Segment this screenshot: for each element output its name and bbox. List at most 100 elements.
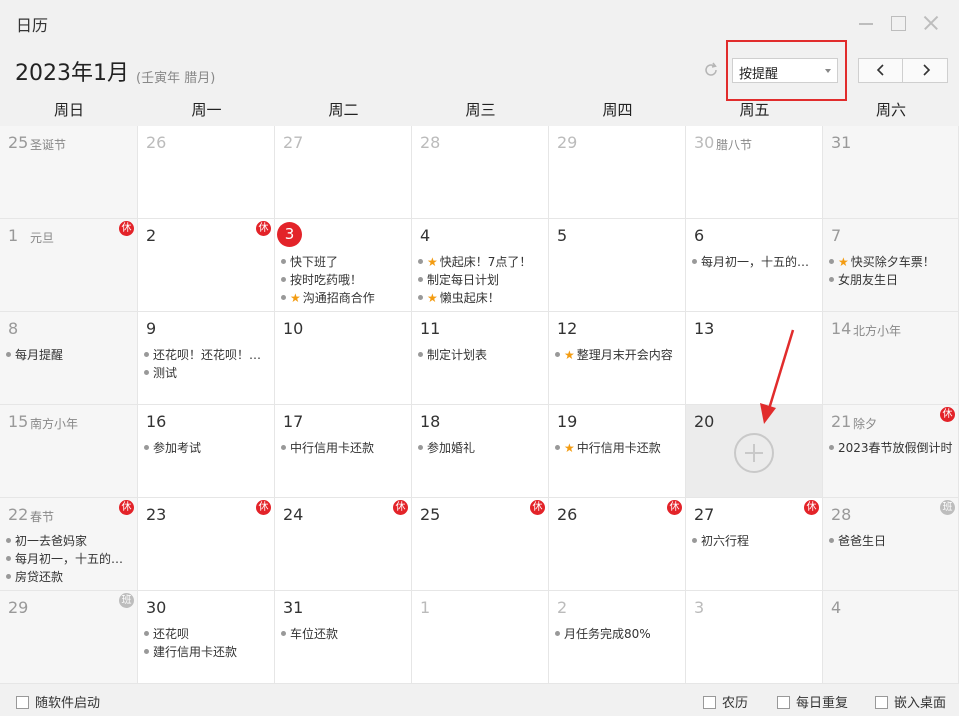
day-cell[interactable]: 24 休	[275, 498, 412, 591]
close-icon[interactable]	[920, 12, 942, 34]
day-cell[interactable]: 31 车位还款	[275, 591, 412, 684]
lunar-checkbox[interactable]: 农历	[703, 692, 748, 711]
event-item[interactable]: ★ 整理月末开会内容	[555, 346, 681, 364]
event-item[interactable]: 初六行程	[692, 532, 818, 550]
event-item[interactable]: 还花呗	[144, 625, 270, 643]
event-text: 懒虫起床！	[439, 291, 500, 305]
day-cell[interactable]: 20	[686, 405, 823, 498]
event-text: 参加婚礼	[427, 441, 476, 455]
event-item[interactable]: 测试	[144, 364, 270, 382]
event-list: 制定计划表	[418, 346, 544, 364]
prev-month-button[interactable]	[859, 59, 903, 82]
day-cell[interactable]: 27	[275, 126, 412, 219]
day-cell[interactable]: 25 圣诞节	[0, 126, 138, 219]
day-cell[interactable]: 2 月任务完成80%	[549, 591, 686, 684]
event-item[interactable]: 制定计划表	[418, 346, 544, 364]
event-item[interactable]: ★ 中行信用卡还款	[555, 439, 681, 457]
event-item[interactable]: ★ 懒虫起床！	[418, 289, 544, 307]
day-number: 2	[146, 226, 157, 245]
day-cell[interactable]: 18 参加婚礼	[412, 405, 549, 498]
day-cell[interactable]: 11 制定计划表	[412, 312, 549, 405]
day-cell[interactable]: 2休	[138, 219, 275, 312]
day-cell[interactable]: 21 除夕 休 2023春节放假倒计时	[823, 405, 959, 498]
event-item[interactable]: 初一去爸妈家	[6, 532, 133, 550]
weekday-label: 周六	[875, 101, 906, 119]
event-item[interactable]: 参加婚礼	[418, 439, 544, 457]
day-number: 28	[831, 505, 852, 524]
day-number: 4	[831, 598, 842, 617]
event-item[interactable]: 月任务完成80%	[555, 625, 681, 643]
day-cell[interactable]: 8 每月提醒	[0, 312, 138, 405]
bullet-icon	[6, 574, 11, 579]
day-cell[interactable]: 30 还花呗 建行信用卡还款	[138, 591, 275, 684]
event-item[interactable]: 建行信用卡还款	[144, 643, 270, 661]
day-cell[interactable]: 9 还花呗！还花呗！… 测试	[138, 312, 275, 405]
day-cell[interactable]: 26 休	[549, 498, 686, 591]
day-cell[interactable]: 16 参加考试	[138, 405, 275, 498]
day-cell[interactable]: 12 ★ 整理月末开会内容	[549, 312, 686, 405]
daily-repeat-checkbox[interactable]: 每日重复	[777, 692, 848, 711]
event-item[interactable]: 中行信用卡还款	[281, 439, 407, 457]
event-item[interactable]: ★ 沟通招商合作	[281, 289, 407, 307]
event-list: 还花呗！还花呗！… 测试	[144, 346, 270, 382]
event-list: 参加婚礼	[418, 439, 544, 457]
day-number: 19	[557, 412, 578, 431]
day-cell[interactable]: 30 腊八节	[686, 126, 823, 219]
day-cell[interactable]: 5	[549, 219, 686, 312]
day-cell[interactable]: 15 南方小年	[0, 405, 138, 498]
day-cell[interactable]: 31	[823, 126, 959, 219]
refresh-icon[interactable]	[703, 62, 719, 78]
day-cell[interactable]: 3 快下班了 按时吃药哦！ ★ 沟通招商合作	[275, 219, 412, 312]
event-item[interactable]: 女朋友生日	[829, 271, 954, 289]
day-number: 10	[283, 319, 304, 338]
maximize-icon[interactable]	[887, 12, 909, 34]
day-number: 25	[420, 505, 441, 524]
day-cell[interactable]: 7 ★ 快买除夕车票！ 女朋友生日	[823, 219, 959, 312]
day-cell[interactable]: 28	[412, 126, 549, 219]
event-list: 初一去爸妈家每月初一，十五的… 房贷还款	[6, 532, 133, 586]
event-item[interactable]: 按时吃药哦！	[281, 271, 407, 289]
event-item[interactable]: 2023春节放假倒计时	[829, 439, 954, 457]
event-item[interactable]: 每月初一，十五的…	[6, 550, 133, 568]
reminder-mode-select[interactable]: 按提醒	[732, 58, 838, 83]
day-cell[interactable]: 26	[138, 126, 275, 219]
day-cell[interactable]: 27 休初六行程	[686, 498, 823, 591]
add-event-icon[interactable]	[734, 433, 774, 473]
event-item[interactable]: 房贷还款	[6, 568, 133, 586]
embed-desktop-checkbox[interactable]: 嵌入桌面	[875, 692, 946, 711]
day-cell[interactable]: 22 春节 休初一去爸妈家 每月初一，十五的… 房贷还款	[0, 498, 138, 591]
day-cell[interactable]: 1	[412, 591, 549, 684]
next-month-button[interactable]	[904, 59, 948, 82]
day-cell[interactable]: 13	[686, 312, 823, 405]
event-item[interactable]: 制定每日计划	[418, 271, 544, 289]
event-item[interactable]: 参加考试	[144, 439, 270, 457]
event-item[interactable]: 每月提醒	[6, 346, 133, 364]
day-cell[interactable]: 17 中行信用卡还款	[275, 405, 412, 498]
day-cell[interactable]: 29	[549, 126, 686, 219]
event-item[interactable]: ★ 快起床！7点了！	[418, 253, 544, 271]
day-cell[interactable]: 4 ★ 快起床！7点了！ 制定每日计划 ★ 懒虫起床！	[412, 219, 549, 312]
day-cell[interactable]: 14 北方小年	[823, 312, 959, 405]
day-cell[interactable]: 10	[275, 312, 412, 405]
day-cell[interactable]: 6 每月初一，十五的…	[686, 219, 823, 312]
event-item[interactable]: 还花呗！还花呗！…	[144, 346, 270, 364]
event-item[interactable]: 每月初一，十五的…	[692, 253, 818, 271]
event-text: 初一去爸妈家	[15, 534, 88, 548]
day-cell[interactable]: 25 休	[412, 498, 549, 591]
day-cell[interactable]: 1 元旦 休	[0, 219, 138, 312]
day-cell[interactable]: 19 ★ 中行信用卡还款	[549, 405, 686, 498]
event-item[interactable]: 车位还款	[281, 625, 407, 643]
day-number: 24	[283, 505, 304, 524]
day-cell[interactable]: 29 班	[0, 591, 138, 684]
minimize-icon[interactable]	[855, 12, 877, 34]
day-cell[interactable]: 28 班爸爸生日	[823, 498, 959, 591]
autostart-checkbox[interactable]: 随软件启动	[16, 692, 100, 711]
event-item[interactable]: 爸爸生日	[829, 532, 954, 550]
day-cell[interactable]: 23 休	[138, 498, 275, 591]
bullet-icon	[555, 631, 560, 636]
event-item[interactable]: 快下班了	[281, 253, 407, 271]
day-cell[interactable]: 4	[823, 591, 959, 684]
event-item[interactable]: ★ 快买除夕车票！	[829, 253, 954, 271]
day-cell[interactable]: 3	[686, 591, 823, 684]
embed-desktop-label: 嵌入桌面	[894, 696, 947, 711]
